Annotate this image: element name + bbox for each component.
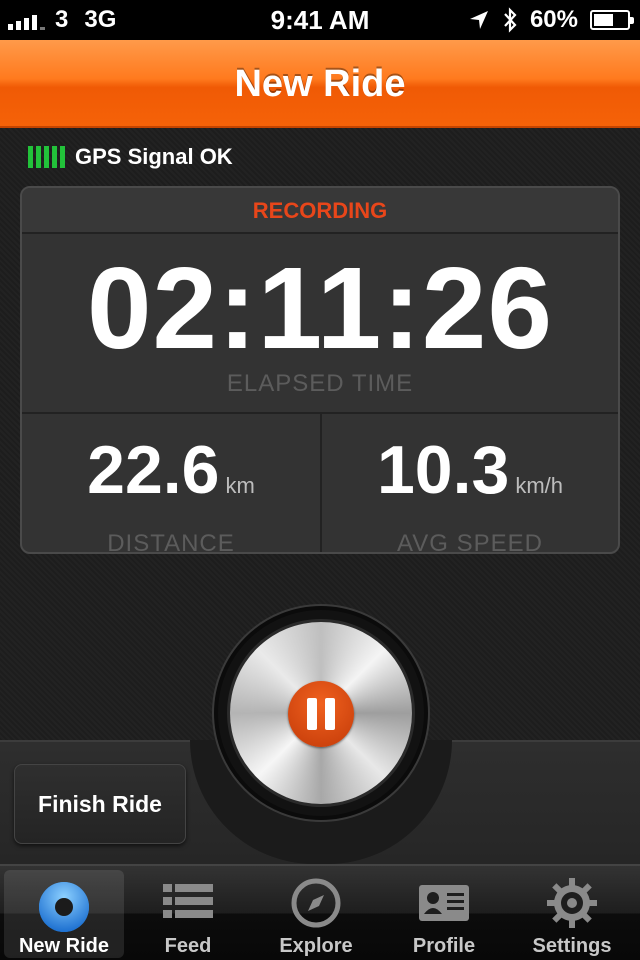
profile-card-icon: [419, 885, 469, 921]
elapsed-time-value: 02:11:26: [87, 243, 553, 373]
gear-icon: [547, 878, 597, 928]
speed-value-line: 10.3 km/h: [322, 414, 618, 526]
list-icon: [163, 884, 213, 918]
gps-status-text: GPS Signal OK: [75, 144, 233, 169]
tab-profile[interactable]: Profile: [380, 866, 508, 960]
avg-speed-value: 10.3: [376, 432, 510, 508]
elapsed-time-label: ELAPSED TIME: [226, 370, 414, 397]
tab-label: Profile: [412, 935, 476, 957]
page-title: New Ride: [234, 63, 406, 105]
record-icon: [39, 882, 89, 932]
nav-bar: New Ride: [0, 40, 640, 128]
distance-unit: km: [225, 473, 255, 498]
status-right: 60%: [468, 0, 634, 40]
tab-feed[interactable]: Feed: [124, 866, 252, 960]
stats-panel: RECORDING 02:11:26 ELAPSED TIME 22.6 km D…: [20, 186, 620, 554]
distance-label: DISTANCE: [107, 530, 235, 554]
bluetooth-icon: [504, 7, 517, 33]
tab-new-ride[interactable]: New Ride: [4, 870, 124, 958]
avg-speed-label: AVG SPEED: [397, 530, 543, 554]
gps-signal-icon: [28, 146, 65, 168]
finish-ride-button[interactable]: Finish Ride: [14, 764, 186, 844]
battery-percent: 60%: [529, 6, 578, 33]
status-bar: 3 3G 9:41 AM 60%: [0, 0, 640, 40]
avg-speed-stat: 10.3 km/h AVG SPEED: [320, 414, 618, 552]
tab-explore[interactable]: Explore: [252, 866, 380, 960]
tab-settings[interactable]: Settings: [508, 866, 636, 960]
location-arrow-icon: [469, 11, 488, 29]
tab-label: New Ride: [18, 935, 110, 957]
battery-icon: [590, 10, 634, 30]
recording-label: RECORDING: [22, 188, 618, 234]
tab-label: Feed: [164, 935, 212, 957]
distance-value: 22.6: [87, 432, 220, 508]
compass-icon: [291, 878, 341, 928]
pause-icon[interactable]: [288, 681, 354, 747]
avg-speed-unit: km/h: [515, 473, 564, 498]
tab-label: Settings: [532, 935, 612, 957]
distance-stat: 22.6 km DISTANCE: [22, 414, 320, 552]
tab-label: Explore: [279, 935, 353, 957]
stats-row: 22.6 km DISTANCE 10.3 km/h AVG SPEED: [22, 414, 618, 552]
elapsed-time-box: 02:11:26 ELAPSED TIME: [22, 234, 618, 414]
distance-value-line: 22.6 km: [22, 414, 320, 526]
tab-bar: New Ride Feed Explore Profile Settings: [0, 864, 640, 960]
battery-fill: [594, 14, 613, 26]
gps-status: GPS Signal OK: [28, 144, 233, 170]
